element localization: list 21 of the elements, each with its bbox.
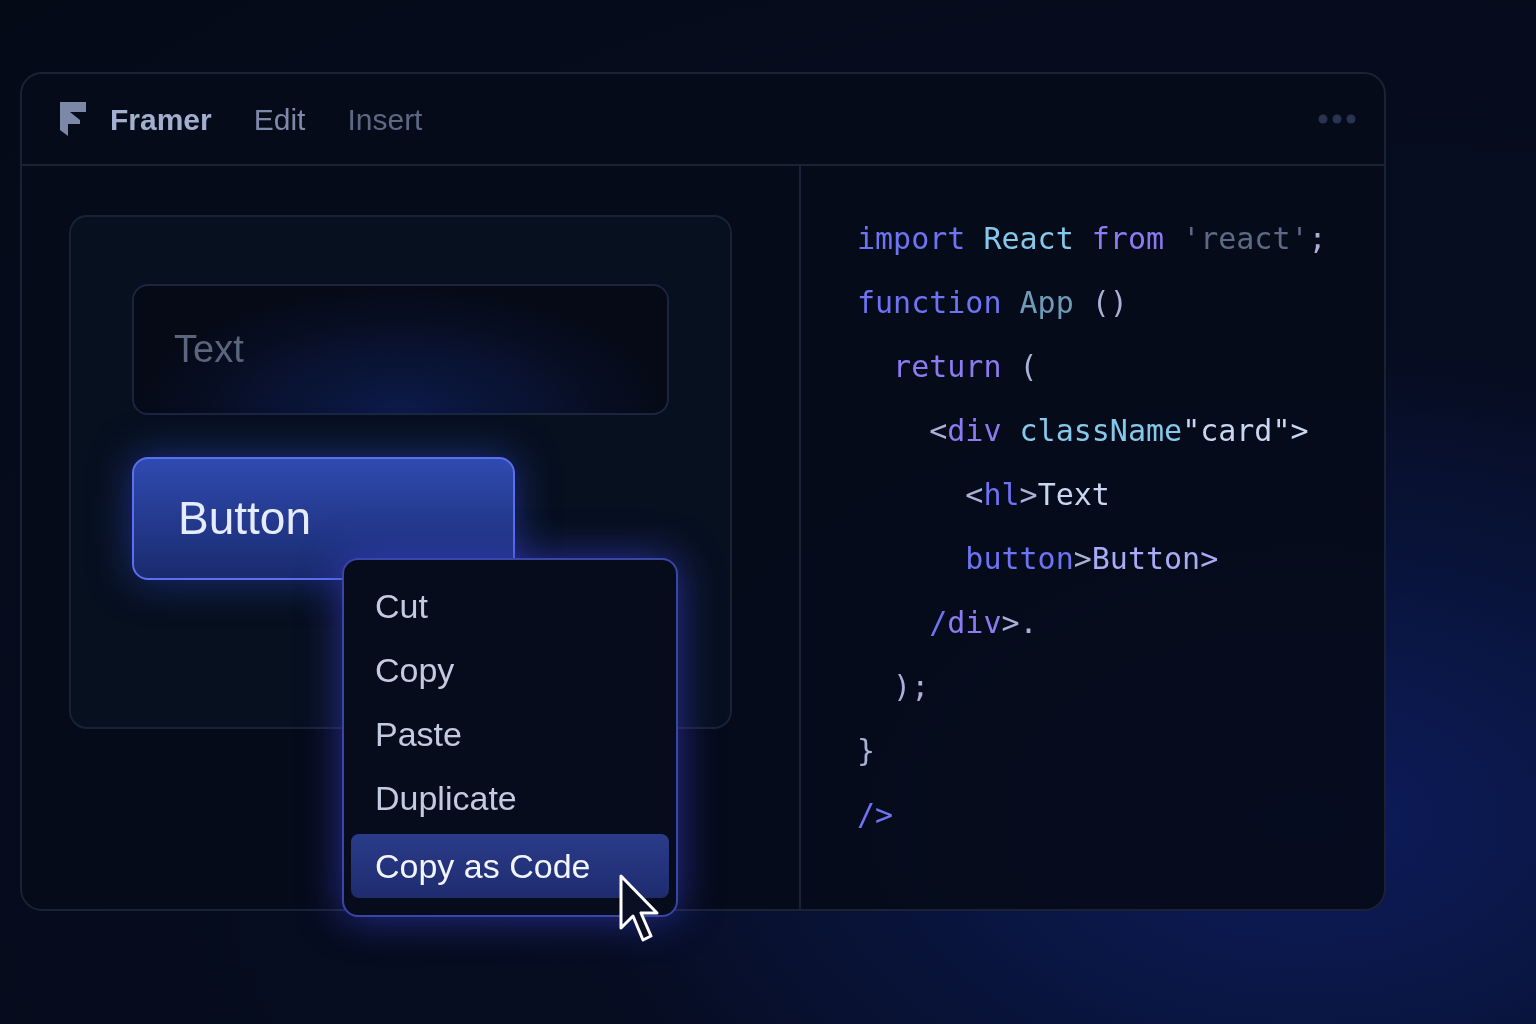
app-name-menu[interactable]: Framer: [110, 96, 212, 142]
code-line: />: [857, 796, 894, 834]
logo-icon: [58, 100, 88, 138]
code-line: <hl>Text: [964, 476, 1110, 514]
code-line: );: [892, 668, 930, 706]
code-line: return (: [892, 348, 1038, 386]
code-line: <div className"card">: [928, 412, 1309, 450]
text-field[interactable]: Text: [132, 284, 669, 415]
more-icon[interactable]: [1318, 114, 1356, 124]
menu-option[interactable]: Paste: [351, 702, 669, 766]
menu-item[interactable]: Insert: [347, 96, 423, 142]
code-line: function App (): [857, 284, 1128, 322]
code-line: /div>.: [928, 604, 1038, 642]
menu-item[interactable]: Edit: [253, 96, 306, 142]
code-line: }: [857, 732, 876, 770]
menu-option[interactable]: Duplicate: [351, 766, 669, 830]
menu-option[interactable]: Copy as Code: [351, 834, 669, 898]
menu-option[interactable]: Copy: [351, 638, 669, 702]
code-line: import React from 'react';: [857, 220, 1327, 258]
code-line: button>Button>: [964, 540, 1219, 578]
canvas-button[interactable]: Button: [132, 457, 515, 580]
